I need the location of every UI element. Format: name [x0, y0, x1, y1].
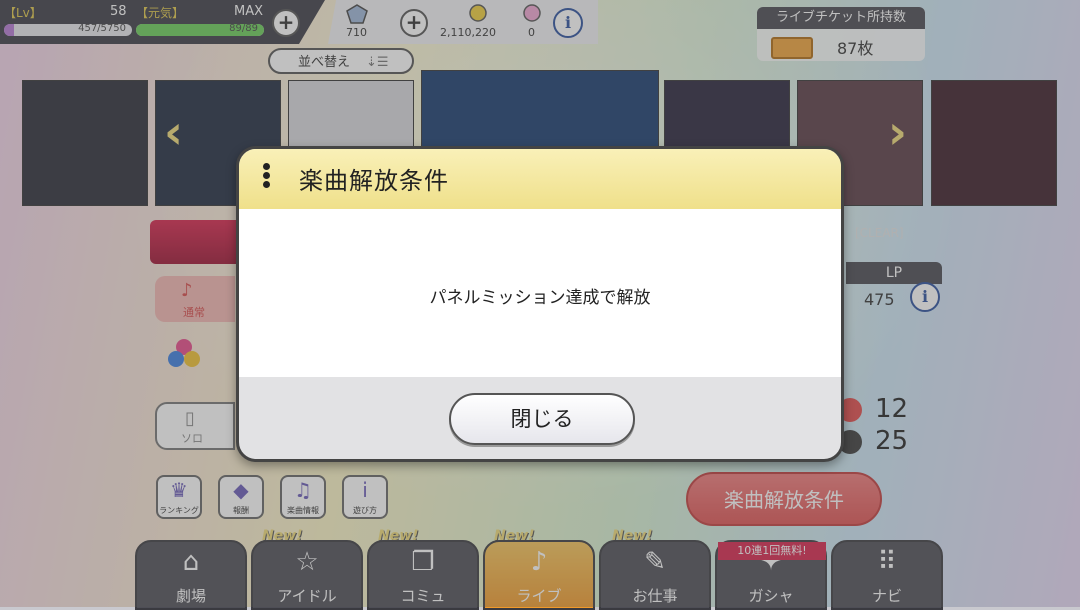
dialog-header: 楽曲解放条件 [239, 149, 841, 209]
drag-handle-icon [263, 163, 273, 195]
close-button[interactable]: 閉じる [449, 393, 635, 445]
unlock-condition-dialog: 楽曲解放条件 パネルミッション達成で解放 閉じる [236, 146, 844, 462]
dialog-title: 楽曲解放条件 [299, 167, 449, 195]
dialog-body: パネルミッション達成で解放 [239, 209, 841, 377]
dialog-message: パネルミッション達成で解放 [429, 288, 651, 308]
